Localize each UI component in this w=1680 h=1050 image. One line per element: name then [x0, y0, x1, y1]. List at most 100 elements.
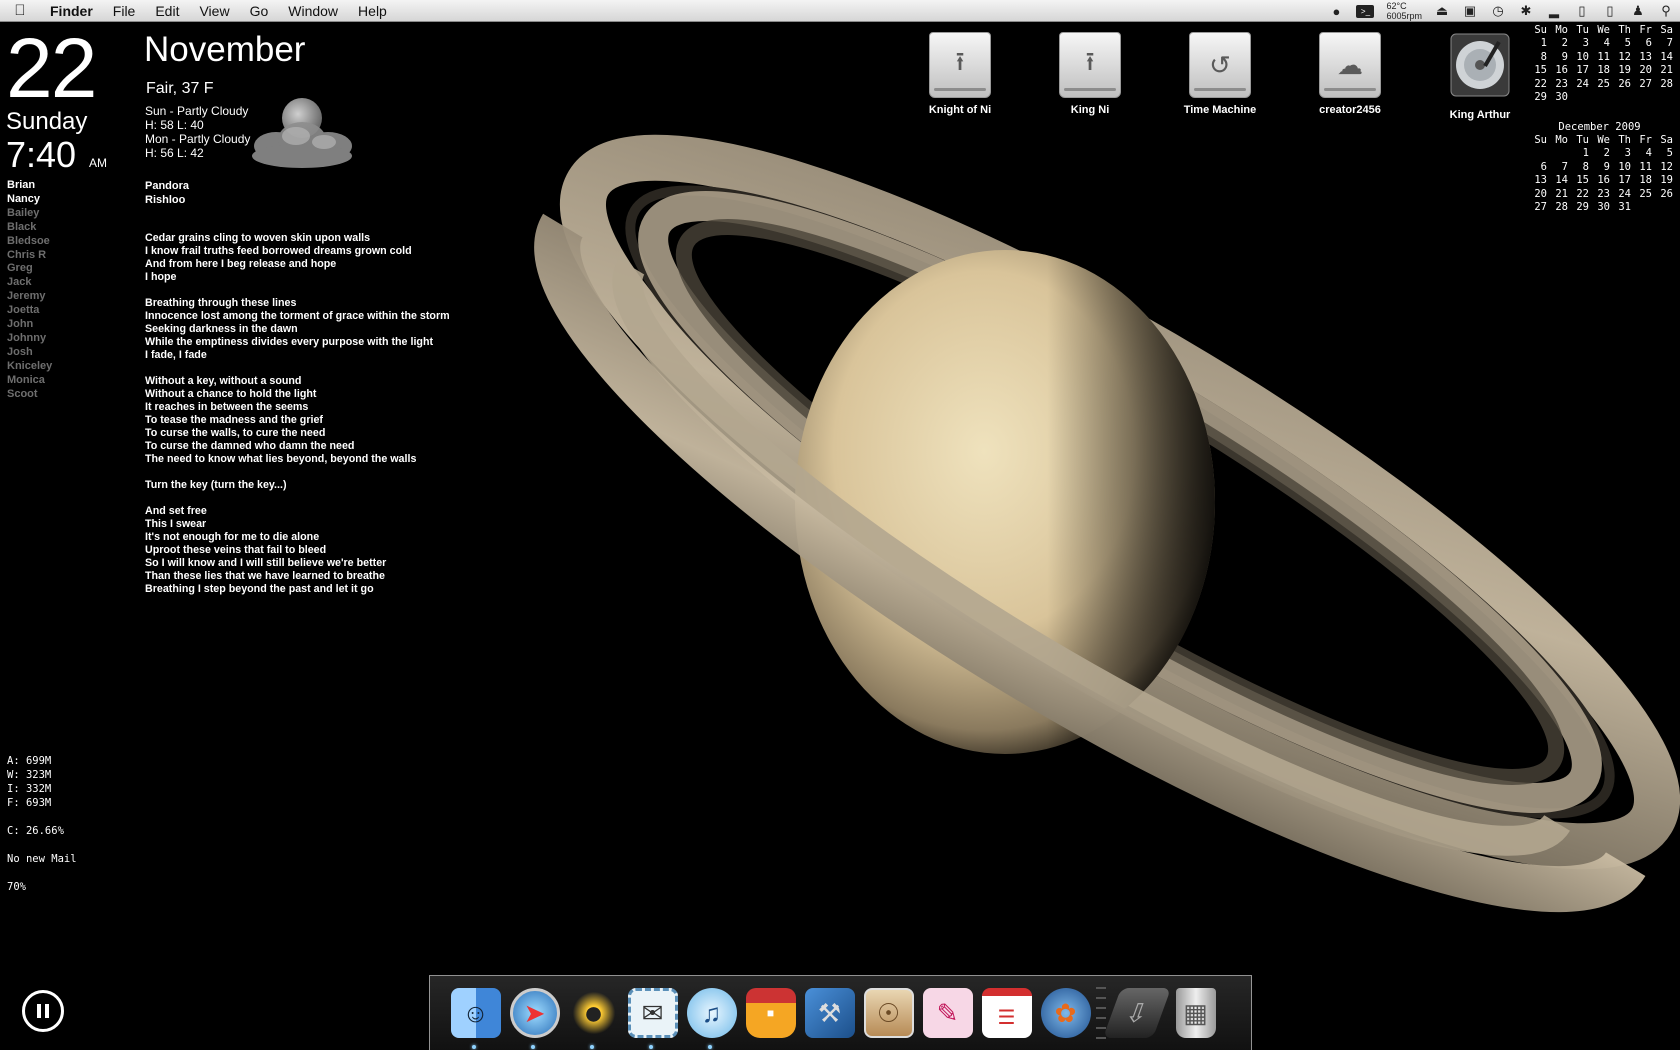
itunes-icon: ♫: [686, 988, 737, 1038]
buddy-bledsoe[interactable]: Bledsoe: [7, 235, 52, 249]
calendar-day: 17: [1618, 174, 1631, 187]
dock-trash[interactable]: ▦: [1166, 983, 1225, 1043]
calendar-day: 16: [1597, 174, 1610, 187]
calendar-next-month: December 2009 Su Mo Tu We Th Fr Sa 1 2 3 4 5 6 7 8 9 10 1…: [1526, 121, 1673, 214]
desktop-icon-time-machine[interactable]: ↺ Time Machine: [1170, 32, 1270, 116]
stat-cpu: C: 26.66%: [7, 825, 64, 837]
menu-bar:  Finder File Edit View Go Window Help ●…: [0, 0, 1680, 22]
calendar-day: 13: [1639, 50, 1652, 63]
dock-downloads-stack[interactable]: ⇩: [1102, 983, 1171, 1043]
time-machine-drive-icon: ↺: [1189, 32, 1251, 98]
dock-xcode[interactable]: ⚒: [800, 983, 859, 1043]
buddy-bailey[interactable]: Bailey: [7, 207, 52, 221]
signal-icon[interactable]: ▂: [1546, 3, 1562, 19]
buddy-johnny[interactable]: Johnny: [7, 332, 52, 346]
month-title: November: [144, 30, 306, 69]
chat-bubble-icon[interactable]: ●: [1328, 4, 1344, 19]
running-indicator: [472, 1045, 476, 1049]
calendar-day: 31: [1618, 201, 1631, 214]
buddy-nancy[interactable]: Nancy: [7, 193, 52, 207]
buddy-john[interactable]: John: [7, 318, 52, 332]
menu-window[interactable]: Window: [278, 3, 348, 19]
menu-help[interactable]: Help: [348, 3, 397, 19]
buddy-joetta[interactable]: Joetta: [7, 304, 52, 318]
stat-free-mem: F: 693M: [7, 797, 52, 809]
buddy-jack[interactable]: Jack: [7, 276, 52, 290]
eject-icon[interactable]: ⏏: [1434, 3, 1450, 19]
dock-finder[interactable]: ☺: [446, 983, 505, 1049]
buddy-brian[interactable]: Brian: [7, 179, 52, 193]
display-icon[interactable]: ▣: [1462, 3, 1478, 19]
dock-preview[interactable]: ☉: [859, 983, 918, 1043]
calendar-day: 28: [1555, 201, 1568, 214]
dock-safari[interactable]: ➤: [505, 983, 564, 1049]
time-machine-icon[interactable]: ◷: [1490, 3, 1506, 19]
menu-file[interactable]: File: [103, 3, 146, 19]
buddy-scoot[interactable]: Scoot: [7, 388, 52, 402]
calendar-day: 4: [1645, 147, 1652, 160]
calendar-weekday: Sa: [1660, 134, 1673, 146]
dock-jar[interactable]: ■: [741, 983, 800, 1043]
forecast-line: Mon - Partly Cloudy: [145, 132, 251, 146]
calendar-day: 28: [1660, 77, 1673, 90]
calendar-day: 18: [1597, 64, 1610, 77]
track-artist: Rishloo: [145, 193, 186, 206]
buddy-black[interactable]: Black: [7, 221, 52, 235]
dock: ☺ ➤ ● ✉ ♫ ■ ⚒ ☉ ✎ ☰ ✿ ⇩ ▦: [429, 975, 1252, 1050]
battery-icon-2[interactable]: ▯: [1602, 3, 1618, 19]
buddy-greg[interactable]: Greg: [7, 262, 52, 276]
dock-adium[interactable]: ●: [564, 983, 623, 1049]
calendar-day: 5: [1666, 147, 1673, 160]
calendar-day: 8: [1582, 160, 1589, 173]
temperature-readout[interactable]: 62°C 6005rpm: [1386, 1, 1422, 21]
buddy-kniceley[interactable]: Kniceley: [7, 360, 52, 374]
dock-firefox[interactable]: ✿: [1036, 983, 1095, 1043]
calendar-weekday: We: [1597, 24, 1610, 36]
calendar-day: 24: [1576, 77, 1589, 90]
desktop-icon-creator2456[interactable]: ☁ creator2456: [1300, 32, 1400, 116]
trash-icon: ▦: [1175, 988, 1216, 1038]
menu-go[interactable]: Go: [240, 3, 279, 19]
terminal-icon[interactable]: >_: [1356, 4, 1375, 18]
user-icon[interactable]: ♟: [1630, 3, 1646, 19]
calendar-day: 2: [1561, 37, 1568, 50]
desktop-icon-king-ni[interactable]: ⭱ King Ni: [1040, 32, 1140, 116]
apple-menu-icon[interactable]: : [0, 2, 40, 19]
dock-checklist[interactable]: ☰: [977, 983, 1036, 1043]
date-weekday: Sunday: [6, 108, 88, 135]
buddy-josh[interactable]: Josh: [7, 346, 52, 360]
calendar-day: 27: [1534, 201, 1547, 214]
spotlight-icon[interactable]: ⚲: [1658, 3, 1674, 19]
stat-wired-mem: W: 323M: [7, 769, 52, 781]
calendar-weekday: Th: [1618, 134, 1631, 146]
cloud-drive-icon: ☁: [1319, 32, 1381, 98]
dock-mail[interactable]: ✉: [623, 983, 682, 1049]
now-playing: Pandora Rishloo: [145, 180, 189, 207]
calendar-day: 6: [1540, 160, 1547, 173]
calendar-day: 27: [1639, 77, 1652, 90]
calendar-weekday: Sa: [1660, 24, 1673, 36]
buddy-jeremy[interactable]: Jeremy: [7, 290, 52, 304]
calendar-day: 5: [1624, 37, 1631, 50]
dock-design-tools[interactable]: ✎: [918, 983, 977, 1043]
buddy-chris-r[interactable]: Chris R: [7, 249, 52, 263]
app-menu[interactable]: Finder: [40, 3, 103, 19]
calendar-day: [1568, 91, 1589, 104]
dock-itunes[interactable]: ♫: [682, 983, 741, 1049]
calendar-weekday: Su: [1534, 134, 1547, 146]
desktop-icon-king-arthur[interactable]: King Arthur: [1430, 32, 1530, 121]
menu-view[interactable]: View: [189, 3, 239, 19]
menu-edit[interactable]: Edit: [145, 3, 189, 19]
buddy-monica[interactable]: Monica: [7, 374, 52, 388]
calendar-day: 1: [1582, 147, 1589, 160]
bluetooth-icon[interactable]: ✱: [1518, 3, 1534, 19]
calendar-day: 26: [1618, 77, 1631, 90]
calendar-day: 1: [1540, 37, 1547, 50]
calendar-day: 18: [1639, 174, 1652, 187]
desktop-icon-knight-of-ni[interactable]: ⭱ Knight of Ni: [910, 32, 1010, 116]
battery-icon[interactable]: ▯: [1574, 3, 1590, 19]
calendar-day: 16: [1555, 64, 1568, 77]
calendar-day: 30: [1597, 201, 1610, 214]
pause-button[interactable]: [22, 990, 64, 1032]
calendar-weekday: Th: [1618, 24, 1631, 36]
